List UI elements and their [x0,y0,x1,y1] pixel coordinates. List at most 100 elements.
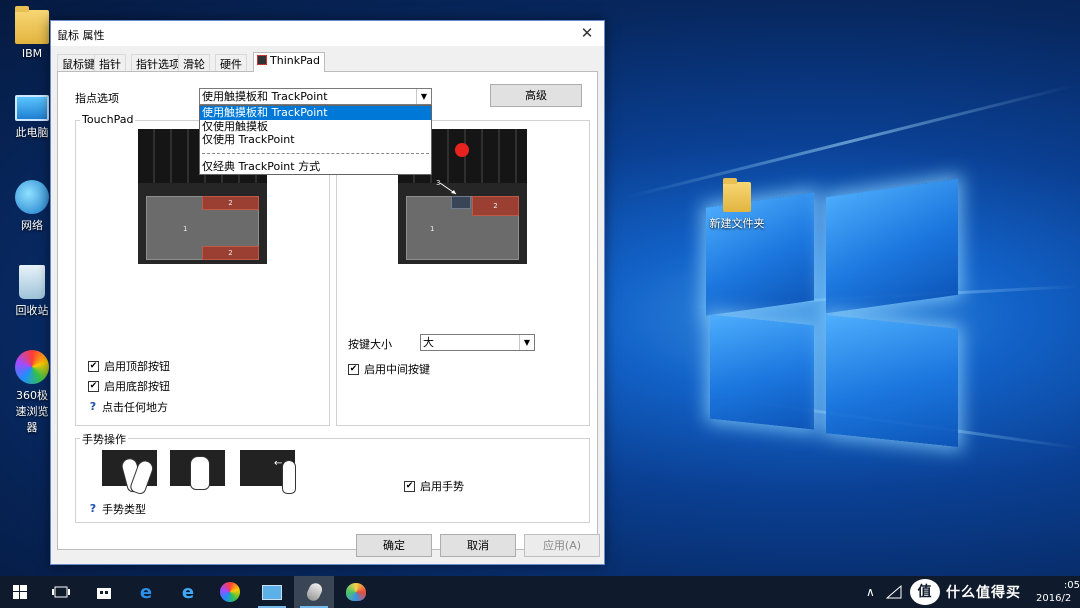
title-bar[interactable]: 鼠标 属性 ✕ [51,21,604,46]
pointing-options-dropdown: 使用触摸板和 TrackPoint 仅使用触摸板 仅使用 TrackPoint … [199,105,432,175]
dropdown-option[interactable]: 仅使用触摸板 [200,120,431,134]
360-logo [220,582,240,602]
gesture-rotate-image [102,450,157,496]
tab-hardware[interactable]: 硬件 [215,54,247,71]
middle-button-zone [451,196,471,209]
bottom-button-zone: 2 [202,246,259,260]
enable-top-buttons-checkbox[interactable]: ✔ 启用顶部按钮 [88,358,170,374]
paint-icon[interactable] [336,576,376,608]
right-button-zone: 2 [472,196,519,216]
tap-anywhere-link[interactable]: ? 点击任何地方 [88,399,168,415]
taskbar: e e ∧ 值什么值得买 :05 2016/2 [0,576,1080,608]
network-tray-icon[interactable] [886,576,902,608]
thinkpad-icon [257,55,267,65]
help-icon: ? [89,400,97,413]
network-globe-icon [15,180,49,214]
cancel-button[interactable]: 取消 [440,534,516,557]
windows-logo-pane [826,178,958,314]
ok-button[interactable]: 确定 [356,534,432,557]
tab-pointers[interactable]: 指针 [94,54,126,71]
desktop-icon-label: 新建文件夹 [709,217,765,230]
dropdown-option[interactable]: 使用触摸板和 TrackPoint [200,106,431,120]
apply-button[interactable]: 应用(A) [524,534,600,557]
close-icon[interactable]: ✕ [570,21,604,46]
pointing-options-label: 指点选项 [75,92,119,105]
enable-middle-button-checkbox[interactable]: ✔ 启用中间按键 [348,361,430,377]
ie-glyph: e [181,581,195,603]
folder-icon [723,178,751,212]
control-panel-logo [262,584,282,600]
zone-label: 1 [430,225,435,233]
tab-pointer-options[interactable]: 指针选项 [131,54,185,71]
dialog-button-row: 确定 取消 应用(A) [51,534,604,558]
button-size-label: 按键大小 [348,338,392,351]
mouse-logo [304,581,324,603]
dropdown-option[interactable]: 仅经典 TrackPoint 方式 [200,160,431,174]
button-size-select[interactable]: 大 ▼ [420,334,535,351]
desktop-icon-new-folder[interactable]: 新建文件夹 [704,178,770,231]
gesture-types-label: 手势类型 [102,503,146,516]
edge-icon[interactable]: e [126,576,166,608]
watermark-badge: 值 [910,579,940,605]
tab-thinkpad[interactable]: ThinkPad [253,52,325,72]
checkbox-box: ✔ [404,480,415,492]
clock-time: :05 [1063,580,1080,591]
ie-icon[interactable]: e [168,576,208,608]
checkbox-box: ✔ [348,363,359,375]
dropdown-separator [202,152,429,160]
chevron-down-icon[interactable]: ▼ [416,89,431,104]
hand-icon [282,460,296,494]
task-view-icon[interactable] [41,576,81,608]
watermark-text: 什么值得买 [946,585,1021,601]
tab-wheel[interactable]: 滑轮 [178,54,210,71]
thinkpad-tab-page: 指点选项 使用触摸板和 TrackPoint ▼ 使用触摸板和 TrackPoi… [57,71,598,550]
desktop-icon-label: 360极速浏览器 [15,389,49,434]
control-panel-icon[interactable] [252,576,292,608]
zone-label: 1 [183,225,188,233]
top-button-zone: 2 [202,196,259,210]
checkbox-label: 启用手势 [420,480,464,493]
tray-chevron-icon[interactable]: ∧ [866,576,880,608]
touchpad-group-title: TouchPad [80,113,136,126]
light-beam [626,84,1074,199]
enable-gestures-checkbox[interactable]: ✔ 启用手势 [404,478,464,494]
360-browser-icon [15,350,49,384]
advanced-button[interactable]: 高级 [490,84,582,107]
pointing-options-value: 使用触摸板和 TrackPoint [202,90,328,103]
paint-logo [346,583,366,601]
desktop-icon-label: 网络 [21,219,43,232]
gesture-three-finger-image [170,450,225,490]
folder-icon [15,6,49,44]
chevron-down-icon[interactable]: ▼ [519,335,534,350]
desktop-icon-label: 回收站 [15,304,49,317]
360-browser-icon[interactable] [210,576,250,608]
tap-anywhere-label: 点击任何地方 [102,401,168,414]
hand-icon [190,456,210,490]
mouse-icon[interactable] [294,576,334,608]
edge-glyph: e [139,581,153,603]
store-icon[interactable] [84,576,124,608]
gesture-types-link[interactable]: ? 手势类型 [88,501,146,517]
windows-logo-pane [826,315,958,447]
clock-date: 2016/2 [1036,593,1072,604]
button-size-value: 大 [423,336,434,349]
dropdown-option[interactable]: 仅使用 TrackPoint [200,133,431,147]
start-icon[interactable] [0,576,40,608]
enable-bottom-buttons-checkbox[interactable]: ✔ 启用底部按钮 [88,378,170,394]
checkbox-label: 启用底部按钮 [104,380,170,393]
desktop-icon-label: IBM [21,47,43,60]
checkbox-label: 启用顶部按钮 [104,360,170,373]
help-icon: ? [89,502,97,515]
desktop-icon-label: 此电脑 [15,126,49,139]
gesture-group-title: 手势操作 [80,431,128,447]
clock[interactable]: :05 2016/2 [1036,576,1080,608]
windows-logo-pane [710,314,814,430]
pointing-options-select[interactable]: 使用触摸板和 TrackPoint ▼ [199,88,432,105]
recycle-bin-icon [19,265,45,299]
checkbox-box: ✔ [88,380,99,392]
mouse-properties-dialog: 鼠标 属性 ✕ 鼠标键 指针 指针选项 滑轮 硬件 ThinkPad 指点选项 … [50,20,605,565]
tab-thinkpad-label: ThinkPad [270,54,320,67]
trackpoint-nub-icon [455,143,469,157]
watermark-logo: 值什么值得买 [910,576,1030,608]
gesture-swipe-image: ← [240,450,296,494]
